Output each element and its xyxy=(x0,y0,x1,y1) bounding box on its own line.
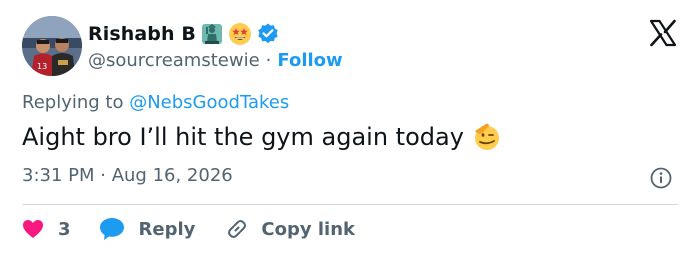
tweet-body: Aight bro I’ll hit the gym again today xyxy=(22,122,502,152)
handle-separator: · xyxy=(265,49,272,71)
tweet-date: Aug 16, 2026 xyxy=(111,165,233,186)
heart-icon xyxy=(23,220,43,238)
statue-of-liberty-icon xyxy=(201,24,222,44)
reply-mention-link[interactable]: @NebsGoodTakes xyxy=(129,92,289,113)
author-handle[interactable]: @sourcreamstewie xyxy=(88,50,260,71)
verified-badge-icon[interactable] xyxy=(256,22,280,46)
like-button[interactable]: 3 xyxy=(22,219,71,240)
copy-link-button[interactable]: Copy link xyxy=(225,217,355,241)
author-handle-row: @sourcreamstewie · Follow xyxy=(88,48,343,72)
action-bar: 3 Reply Copy link xyxy=(22,214,355,244)
avatar[interactable]: 13 xyxy=(22,16,82,76)
divider xyxy=(22,204,678,205)
meta-separator: · xyxy=(94,165,112,186)
tweet-timestamp[interactable]: 3:31 PM · Aug 16, 2026 xyxy=(22,165,233,186)
author-display-name[interactable]: Rishabh B xyxy=(88,23,196,45)
link-icon xyxy=(228,220,247,238)
svg-text:13: 13 xyxy=(37,62,47,71)
like-count: 3 xyxy=(58,218,71,240)
author-name-row: Rishabh B xyxy=(88,20,280,48)
reply-button[interactable]: Reply xyxy=(99,217,196,241)
x-logo-icon[interactable] xyxy=(648,18,678,48)
reply-context: Replying to @NebsGoodTakes xyxy=(22,92,289,113)
tweet-text: Aight bro I’ll hit the gym again today xyxy=(22,123,464,151)
tweet-time: 3:31 PM xyxy=(22,165,95,186)
copy-link-label: Copy link xyxy=(261,218,355,240)
info-icon[interactable] xyxy=(650,167,672,189)
star-struck-icon xyxy=(228,23,251,45)
reply-context-prefix: Replying to xyxy=(22,92,130,113)
reply-label: Reply xyxy=(138,218,196,240)
follow-button[interactable]: Follow xyxy=(277,50,342,71)
saluting-face-icon xyxy=(474,123,499,150)
reply-bubble-icon xyxy=(99,218,124,240)
